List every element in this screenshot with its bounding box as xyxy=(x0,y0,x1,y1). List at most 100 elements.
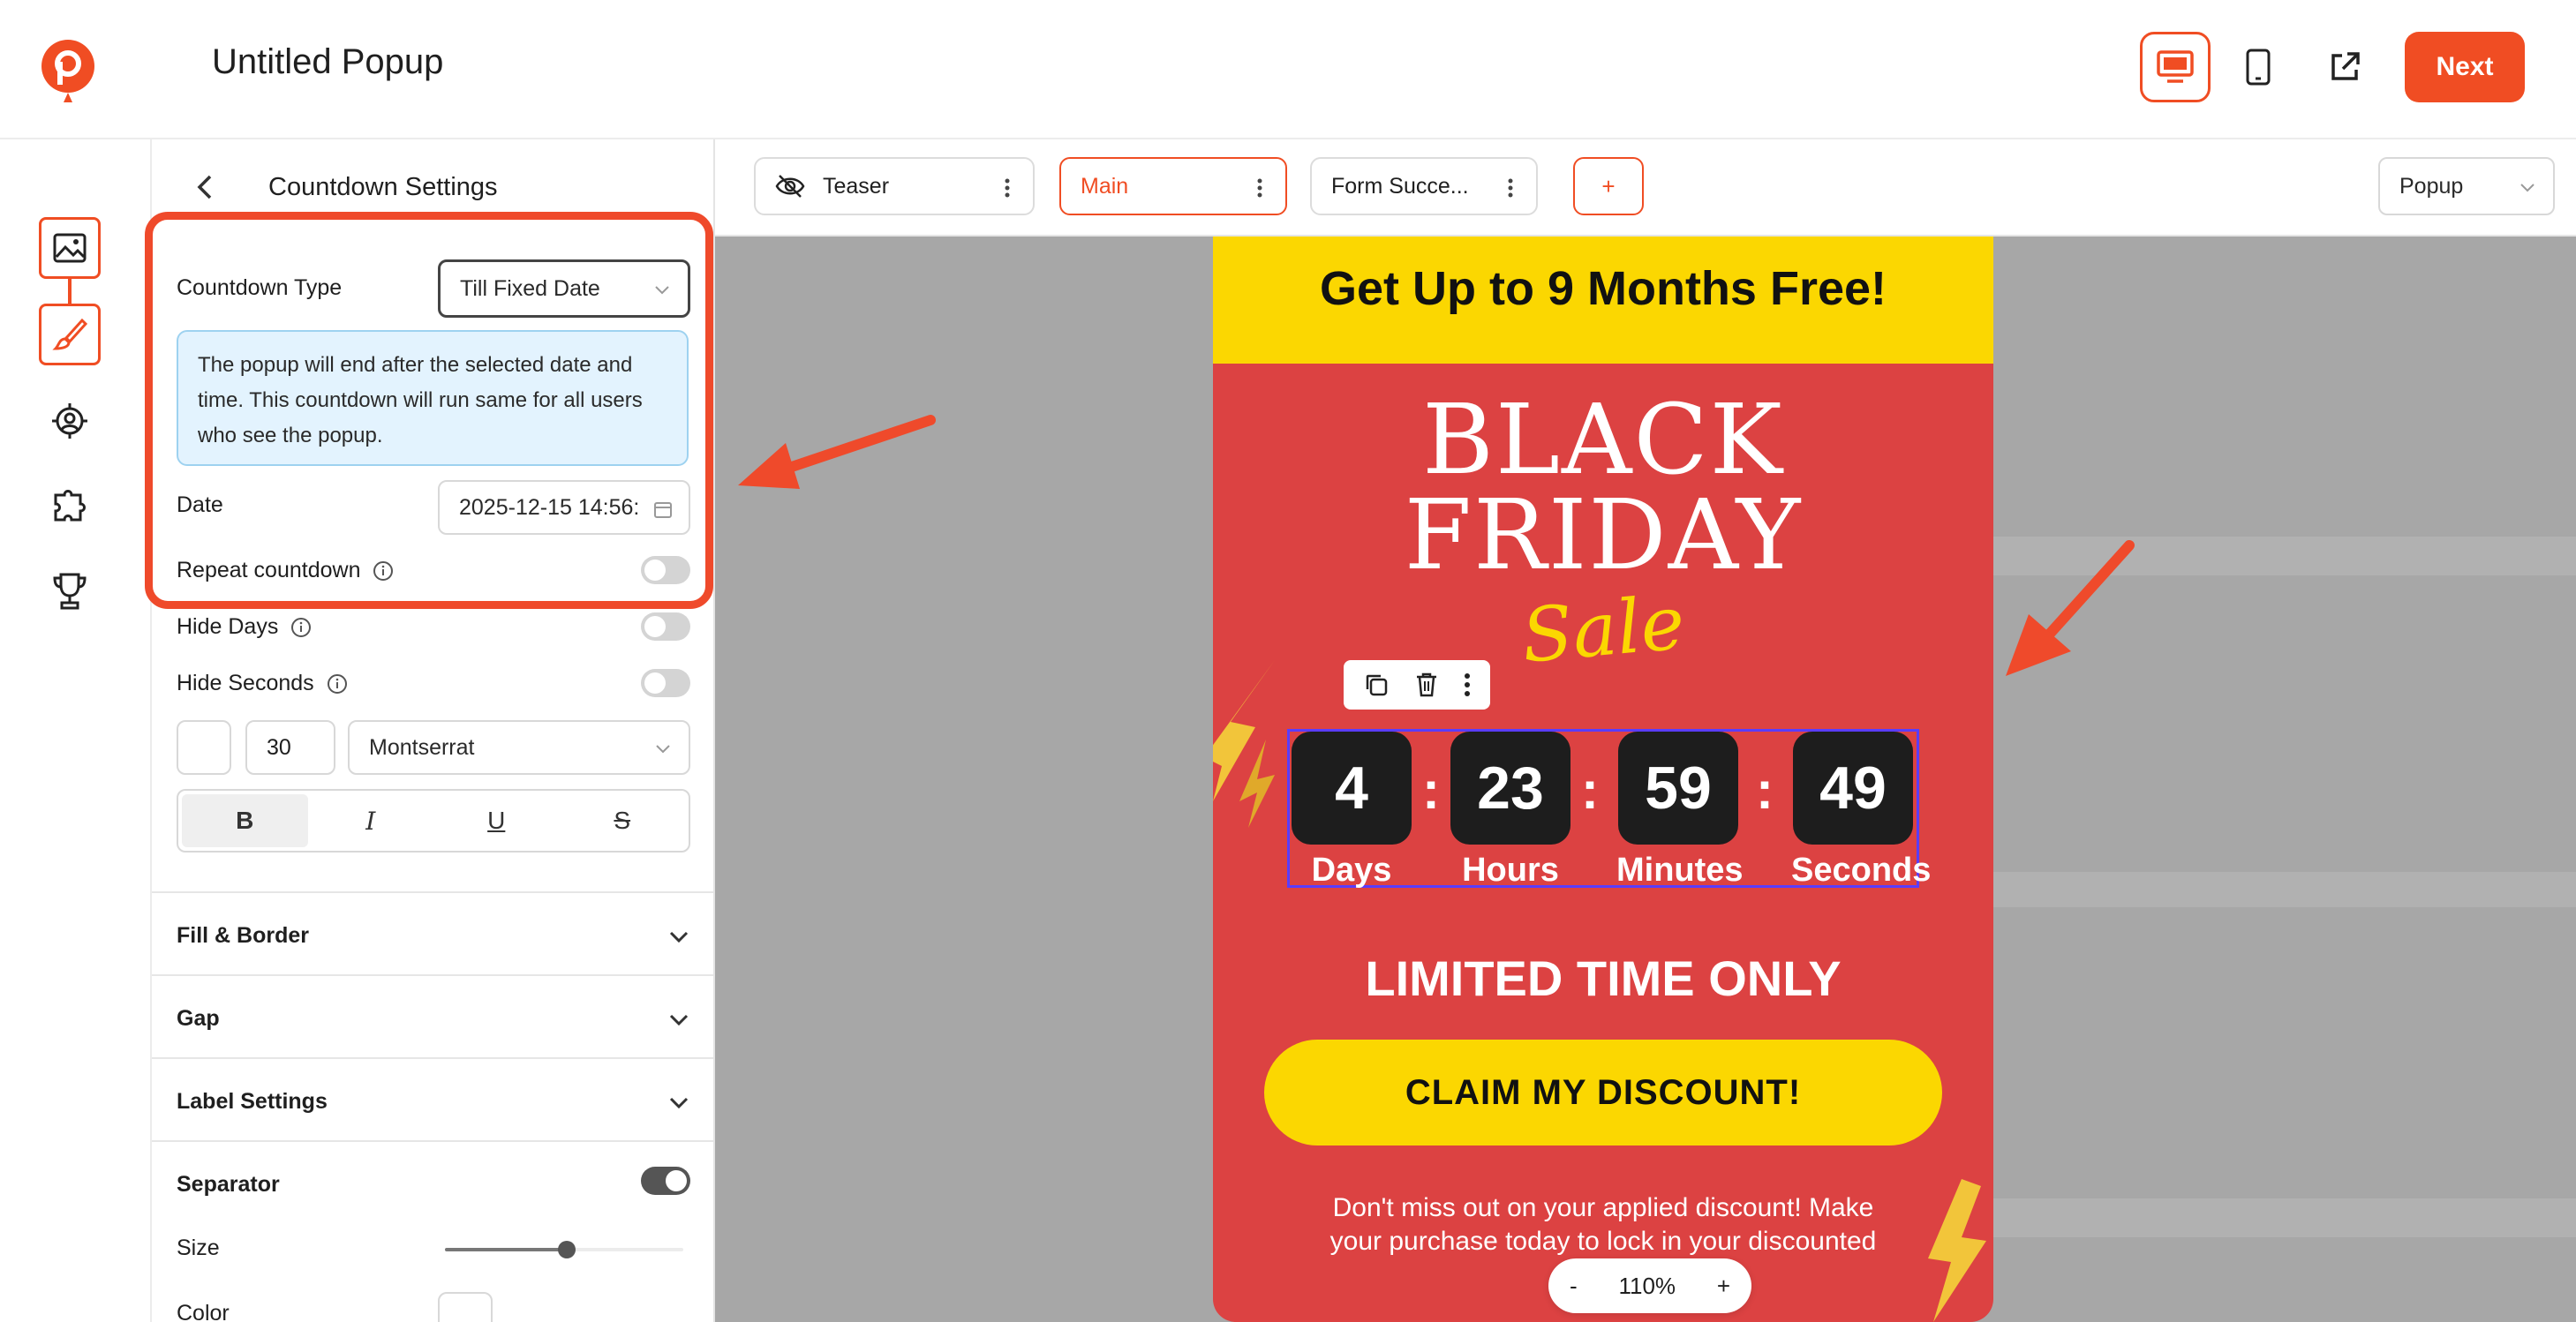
gap-title: Gap xyxy=(177,1006,220,1031)
separator-toggle[interactable] xyxy=(641,1167,690,1195)
popup-banner[interactable]: Get Up to 9 Months Free! xyxy=(1213,237,1993,364)
italic-button[interactable]: I xyxy=(308,794,434,847)
date-label: Date xyxy=(177,492,223,517)
tab-teaser-label: Teaser xyxy=(823,173,890,199)
zoom-out-button[interactable]: - xyxy=(1570,1273,1578,1300)
lightning-bolt-icon xyxy=(1213,660,1275,828)
tab-form-success[interactable]: Form Succe... xyxy=(1310,157,1538,215)
hide-days-toggle[interactable] xyxy=(641,612,690,641)
popup-title[interactable]: Untitled Popup xyxy=(212,42,443,82)
left-rail xyxy=(0,139,150,1322)
text-color-swatch[interactable] xyxy=(177,720,231,775)
brush-icon xyxy=(52,318,87,350)
more-vertical-icon[interactable] xyxy=(1257,178,1262,198)
countdown-seconds-label: Seconds xyxy=(1791,852,1932,889)
fill-border-section[interactable]: Fill & Border xyxy=(152,891,713,974)
desktop-view-button[interactable] xyxy=(2140,32,2211,102)
trash-icon[interactable] xyxy=(1414,672,1439,698)
strikethrough-button[interactable]: S xyxy=(560,794,686,847)
countdown-hours-value: 23 xyxy=(1450,732,1570,845)
info-icon[interactable] xyxy=(327,673,348,695)
repeat-countdown-label: Repeat countdown xyxy=(177,558,361,582)
font-family-select[interactable]: Montserrat xyxy=(348,720,690,775)
black-friday-title[interactable]: BLACK FRIDAY xyxy=(1213,391,1993,583)
back-button[interactable] xyxy=(184,166,226,208)
hide-days-label: Hide Days xyxy=(177,614,279,639)
lightning-bolt-icon xyxy=(1928,1179,1986,1322)
add-step-button[interactable]: + xyxy=(1573,157,1644,215)
date-value: 2025-12-15 14:56: xyxy=(459,494,640,520)
label-settings-section[interactable]: Label Settings xyxy=(152,1057,713,1140)
info-icon[interactable] xyxy=(373,560,394,582)
countdown-element[interactable]: 4 Days : 23 Hours : 59 Minutes : 49 Seco… xyxy=(1287,729,1932,890)
app-logo-icon[interactable] xyxy=(41,39,95,106)
separator-size-label: Size xyxy=(177,1236,220,1260)
chevron-left-icon xyxy=(197,175,212,199)
fill-border-title: Fill & Border xyxy=(177,923,310,948)
rail-item-content[interactable] xyxy=(39,217,101,279)
countdown-type-label: Countdown Type xyxy=(177,275,343,300)
annotation-arrow-icon xyxy=(2006,540,2135,676)
countdown-type-select[interactable]: Till Fixed Date xyxy=(438,259,690,318)
mobile-view-button[interactable] xyxy=(2223,32,2294,102)
hide-seconds-row: Hide Seconds xyxy=(177,671,348,696)
popup-type-select[interactable]: Popup xyxy=(2378,157,2555,215)
popup-headline[interactable]: Get Up to 9 Months Free! xyxy=(1213,261,1993,316)
rail-connector xyxy=(68,277,72,305)
mobile-icon xyxy=(2246,49,2271,86)
font-size-input[interactable]: 30 xyxy=(245,720,335,775)
countdown-separator: : xyxy=(1756,761,1774,820)
underline-button[interactable]: U xyxy=(433,794,560,847)
claim-discount-button[interactable]: CLAIM MY DISCOUNT! xyxy=(1264,1040,1942,1145)
countdown-seconds-value: 49 xyxy=(1793,732,1913,845)
zoom-in-button[interactable]: + xyxy=(1717,1273,1730,1300)
separator-size-slider-track[interactable] xyxy=(445,1248,569,1251)
hide-seconds-toggle[interactable] xyxy=(641,669,690,697)
bold-button[interactable]: B xyxy=(182,794,308,847)
countdown-minutes-label: Minutes xyxy=(1616,852,1744,889)
countdown-hours: 23 Hours xyxy=(1449,732,1572,890)
separator-size-slider-rest[interactable] xyxy=(569,1248,683,1251)
rail-item-integrations[interactable] xyxy=(39,475,101,537)
tab-teaser[interactable]: Teaser xyxy=(754,157,1035,215)
countdown-minutes-value: 59 xyxy=(1618,732,1738,845)
annotation-arrow-icon xyxy=(738,415,936,489)
countdown-days-value: 4 xyxy=(1292,732,1412,845)
desktop-icon xyxy=(2157,50,2194,83)
gap-section[interactable]: Gap xyxy=(152,974,713,1057)
rail-item-targeting[interactable] xyxy=(39,390,101,452)
eye-off-icon xyxy=(775,175,805,198)
countdown-days: 4 Days xyxy=(1290,732,1413,890)
date-input[interactable]: 2025-12-15 14:56: xyxy=(438,480,690,535)
panel-header: Countdown Settings xyxy=(152,139,713,231)
info-icon[interactable] xyxy=(290,617,312,638)
rail-item-goals[interactable] xyxy=(39,560,101,621)
more-vertical-icon[interactable] xyxy=(1508,178,1513,198)
countdown-seconds: 49 Seconds xyxy=(1791,732,1932,890)
more-vertical-icon[interactable] xyxy=(1005,178,1010,198)
external-link-icon xyxy=(2331,52,2360,80)
puzzle-icon xyxy=(54,490,86,522)
hide-seconds-label: Hide Seconds xyxy=(177,671,314,695)
panel-title: Countdown Settings xyxy=(268,173,498,201)
font-family-value: Montserrat xyxy=(369,734,475,760)
editor-canvas[interactable]: Get Up to 9 Months Free! BLACK FRIDAY Sa… xyxy=(715,237,2576,1322)
rail-item-style[interactable] xyxy=(39,304,101,365)
next-button[interactable]: Next xyxy=(2405,32,2525,102)
countdown-settings-panel: Countdown Settings Countdown Type Till F… xyxy=(150,139,715,1322)
separator-size-slider-handle[interactable] xyxy=(558,1241,576,1258)
repeat-countdown-row: Repeat countdown xyxy=(177,558,394,583)
separator-color-swatch[interactable] xyxy=(438,1292,493,1322)
step-tabs-bar: Teaser Main Form Succe... + Popup xyxy=(715,139,2576,237)
preview-button[interactable] xyxy=(2309,32,2380,102)
label-settings-title: Label Settings xyxy=(177,1089,328,1114)
more-vertical-icon[interactable] xyxy=(1464,672,1471,697)
countdown-type-value: Till Fixed Date xyxy=(460,275,600,301)
hide-days-row: Hide Days xyxy=(177,614,312,640)
zoom-control: - 110% + xyxy=(1548,1258,1751,1313)
limited-time-text[interactable]: LIMITED TIME ONLY xyxy=(1213,950,1993,1007)
tab-main[interactable]: Main xyxy=(1059,157,1287,215)
repeat-countdown-toggle[interactable] xyxy=(641,556,690,584)
popup-preview[interactable]: Get Up to 9 Months Free! BLACK FRIDAY Sa… xyxy=(1213,237,1993,1322)
duplicate-icon[interactable] xyxy=(1363,672,1390,698)
